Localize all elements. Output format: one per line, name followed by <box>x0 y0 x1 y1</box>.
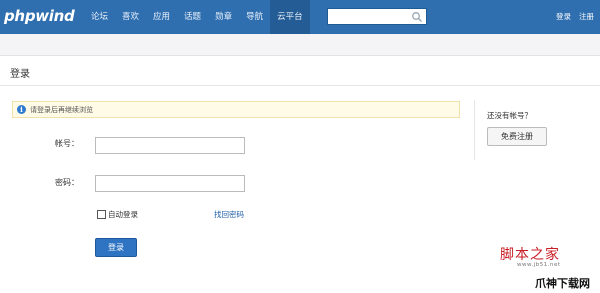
auto-login-checkbox[interactable] <box>97 210 106 219</box>
account-input[interactable] <box>95 137 245 154</box>
nav-item-apps[interactable]: 应用 <box>146 0 177 34</box>
top-register-link[interactable]: 注册 <box>579 0 594 34</box>
title-divider <box>0 85 600 86</box>
auto-login-label[interactable]: 自动登录 <box>108 209 138 220</box>
no-account-text: 还没有帐号？ <box>487 111 532 120</box>
login-button[interactable]: 登录 <box>95 238 137 257</box>
page-title: 登录 <box>10 69 30 80</box>
password-label: 密码： <box>55 178 79 187</box>
nav-item-medals[interactable]: 勋章 <box>208 0 239 34</box>
nav-item-cloud-platform[interactable]: 云平台 <box>270 0 310 34</box>
info-icon: i <box>17 105 26 114</box>
nav-item-likes[interactable]: 喜欢 <box>115 0 146 34</box>
watermark-brand: 脚本之家 <box>500 247 560 263</box>
nav-item-navigation[interactable]: 导航 <box>239 0 270 34</box>
site-logo[interactable]: phpwind <box>4 7 75 25</box>
password-input[interactable] <box>95 175 245 192</box>
search-box <box>327 8 427 25</box>
free-register-button[interactable]: 免费注册 <box>487 127 547 146</box>
watermark-url: www.jb51.net <box>517 262 561 268</box>
search-input[interactable] <box>328 9 414 24</box>
main-nav: 论坛 喜欢 应用 话题 勋章 导航 云平台 <box>84 0 310 34</box>
watermark-brand-2: 爪神下载网 <box>535 277 590 290</box>
sidebar-divider <box>474 100 475 160</box>
top-login-link[interactable]: 登录 <box>556 0 571 34</box>
top-navbar: phpwind 论坛 喜欢 应用 话题 勋章 导航 云平台 登录 注册 <box>0 0 600 34</box>
search-icon[interactable] <box>411 11 423 23</box>
nav-item-forum[interactable]: 论坛 <box>84 0 115 34</box>
top-links: 登录 注册 <box>556 0 594 34</box>
forgot-password-link[interactable]: 找回密码 <box>214 209 244 220</box>
login-notice: i 请登录后再继续浏览 <box>12 101 460 118</box>
account-label: 帐号： <box>55 139 79 148</box>
notice-text: 请登录后再继续浏览 <box>30 106 93 114</box>
nav-item-topics[interactable]: 话题 <box>177 0 208 34</box>
